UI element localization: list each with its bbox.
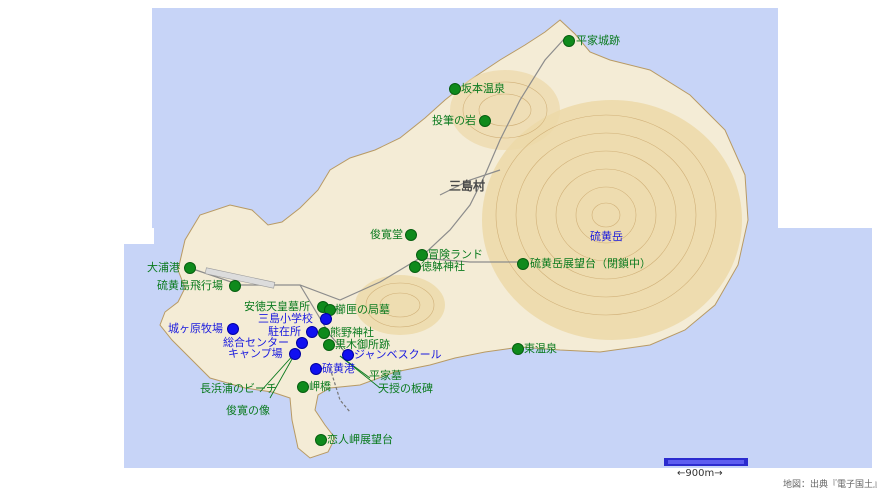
poi-marker-general-center[interactable] [296,337,308,349]
poi-marker-sakamoto-onsen[interactable] [449,83,461,95]
poi-label-campground[interactable]: キャンプ場 [228,347,283,360]
poi-label-sakamoto-onsen[interactable]: 坂本温泉 [461,82,505,95]
poi-label-tokutai-shrine[interactable]: 徳躰神社 [421,260,465,273]
poi-label-higashi-onsen[interactable]: 東温泉 [524,342,557,355]
poi-marker-touhitsu-rock[interactable] [479,115,491,127]
poi-marker-shunkan-hall[interactable] [405,229,417,241]
poi-marker-koibitomisaki-observatory[interactable] [315,434,327,446]
poi-label-jogahara-ranch[interactable]: 城ヶ原牧場 [168,322,223,335]
poi-marker-campground[interactable] [289,348,301,360]
poi-marker-iojima-port[interactable] [310,363,322,375]
poi-marker-jogahara-ranch[interactable] [227,323,239,335]
poi-label-ioudake-observatory[interactable]: 硫黄岳展望台（閉鎖中） [530,257,651,270]
poi-label-kushige-tomb[interactable]: 櫛匣の局墓 [335,303,390,316]
scale-label: ←900m→ [677,468,723,479]
poi-label-heike-tomb[interactable]: 平家墓 [369,369,402,382]
poi-marker-mishima-school[interactable] [320,313,332,325]
poi-marker-jambe-school[interactable] [342,349,354,361]
poi-label-jambe-school[interactable]: ジャンベスクール [354,348,442,361]
poi-label-koibitomisaki-observatory[interactable]: 恋人岬展望台 [327,433,393,446]
poi-marker-heike-castle[interactable] [563,35,575,47]
poi-marker-misaki-bridge[interactable] [297,381,309,393]
poi-marker-police-box[interactable] [306,326,318,338]
poi-marker-kurogi-ruins[interactable] [323,339,335,351]
poi-label-misaki-bridge[interactable]: 岬橋 [309,380,331,393]
poi-marker-kumano-shrine[interactable] [318,327,330,339]
poi-marker-ourahama-port[interactable] [184,262,196,274]
poi-label-nagahamaura-beach[interactable]: 長浜浦のビーチ [200,382,277,395]
poi-label-tenju-monument[interactable]: 天授の板碑 [378,382,433,395]
scale-bar-inner [668,460,744,464]
poi-label-mishima-school[interactable]: 三島小学校 [258,312,313,325]
island-map: 三島村 硫黄岳 平家城跡 坂本温泉 投筆の岩 俊寛堂 冒険ランド 徳躰神社 硫黄… [0,0,896,500]
map-credit: 地図：出典『電子国土』 [782,480,882,490]
poi-marker-iojima-airfield[interactable] [229,280,241,292]
poi-label-ourahama-port[interactable]: 大浦港 [147,261,180,274]
map-corner-blank [124,228,154,244]
poi-label-shunkan-hall[interactable]: 俊寛堂 [370,228,403,241]
poi-marker-higashi-onsen[interactable] [512,343,524,355]
poi-label-iojima-port[interactable]: 硫黄港 [322,362,355,375]
poi-label-shunkan-statue[interactable]: 俊寛の像 [226,404,270,417]
poi-label-heike-castle[interactable]: 平家城跡 [576,34,620,47]
poi-label-iojima-airfield[interactable]: 硫黄島飛行場 [157,279,223,292]
village-label: 三島村 [449,179,486,193]
poi-label-touhitsu-rock[interactable]: 投筆の岩 [432,114,476,127]
poi-marker-ioudake-observatory[interactable] [517,258,529,270]
mountain-label: 硫黄岳 [590,230,623,243]
poi-marker-tokutai-shrine[interactable] [409,261,421,273]
